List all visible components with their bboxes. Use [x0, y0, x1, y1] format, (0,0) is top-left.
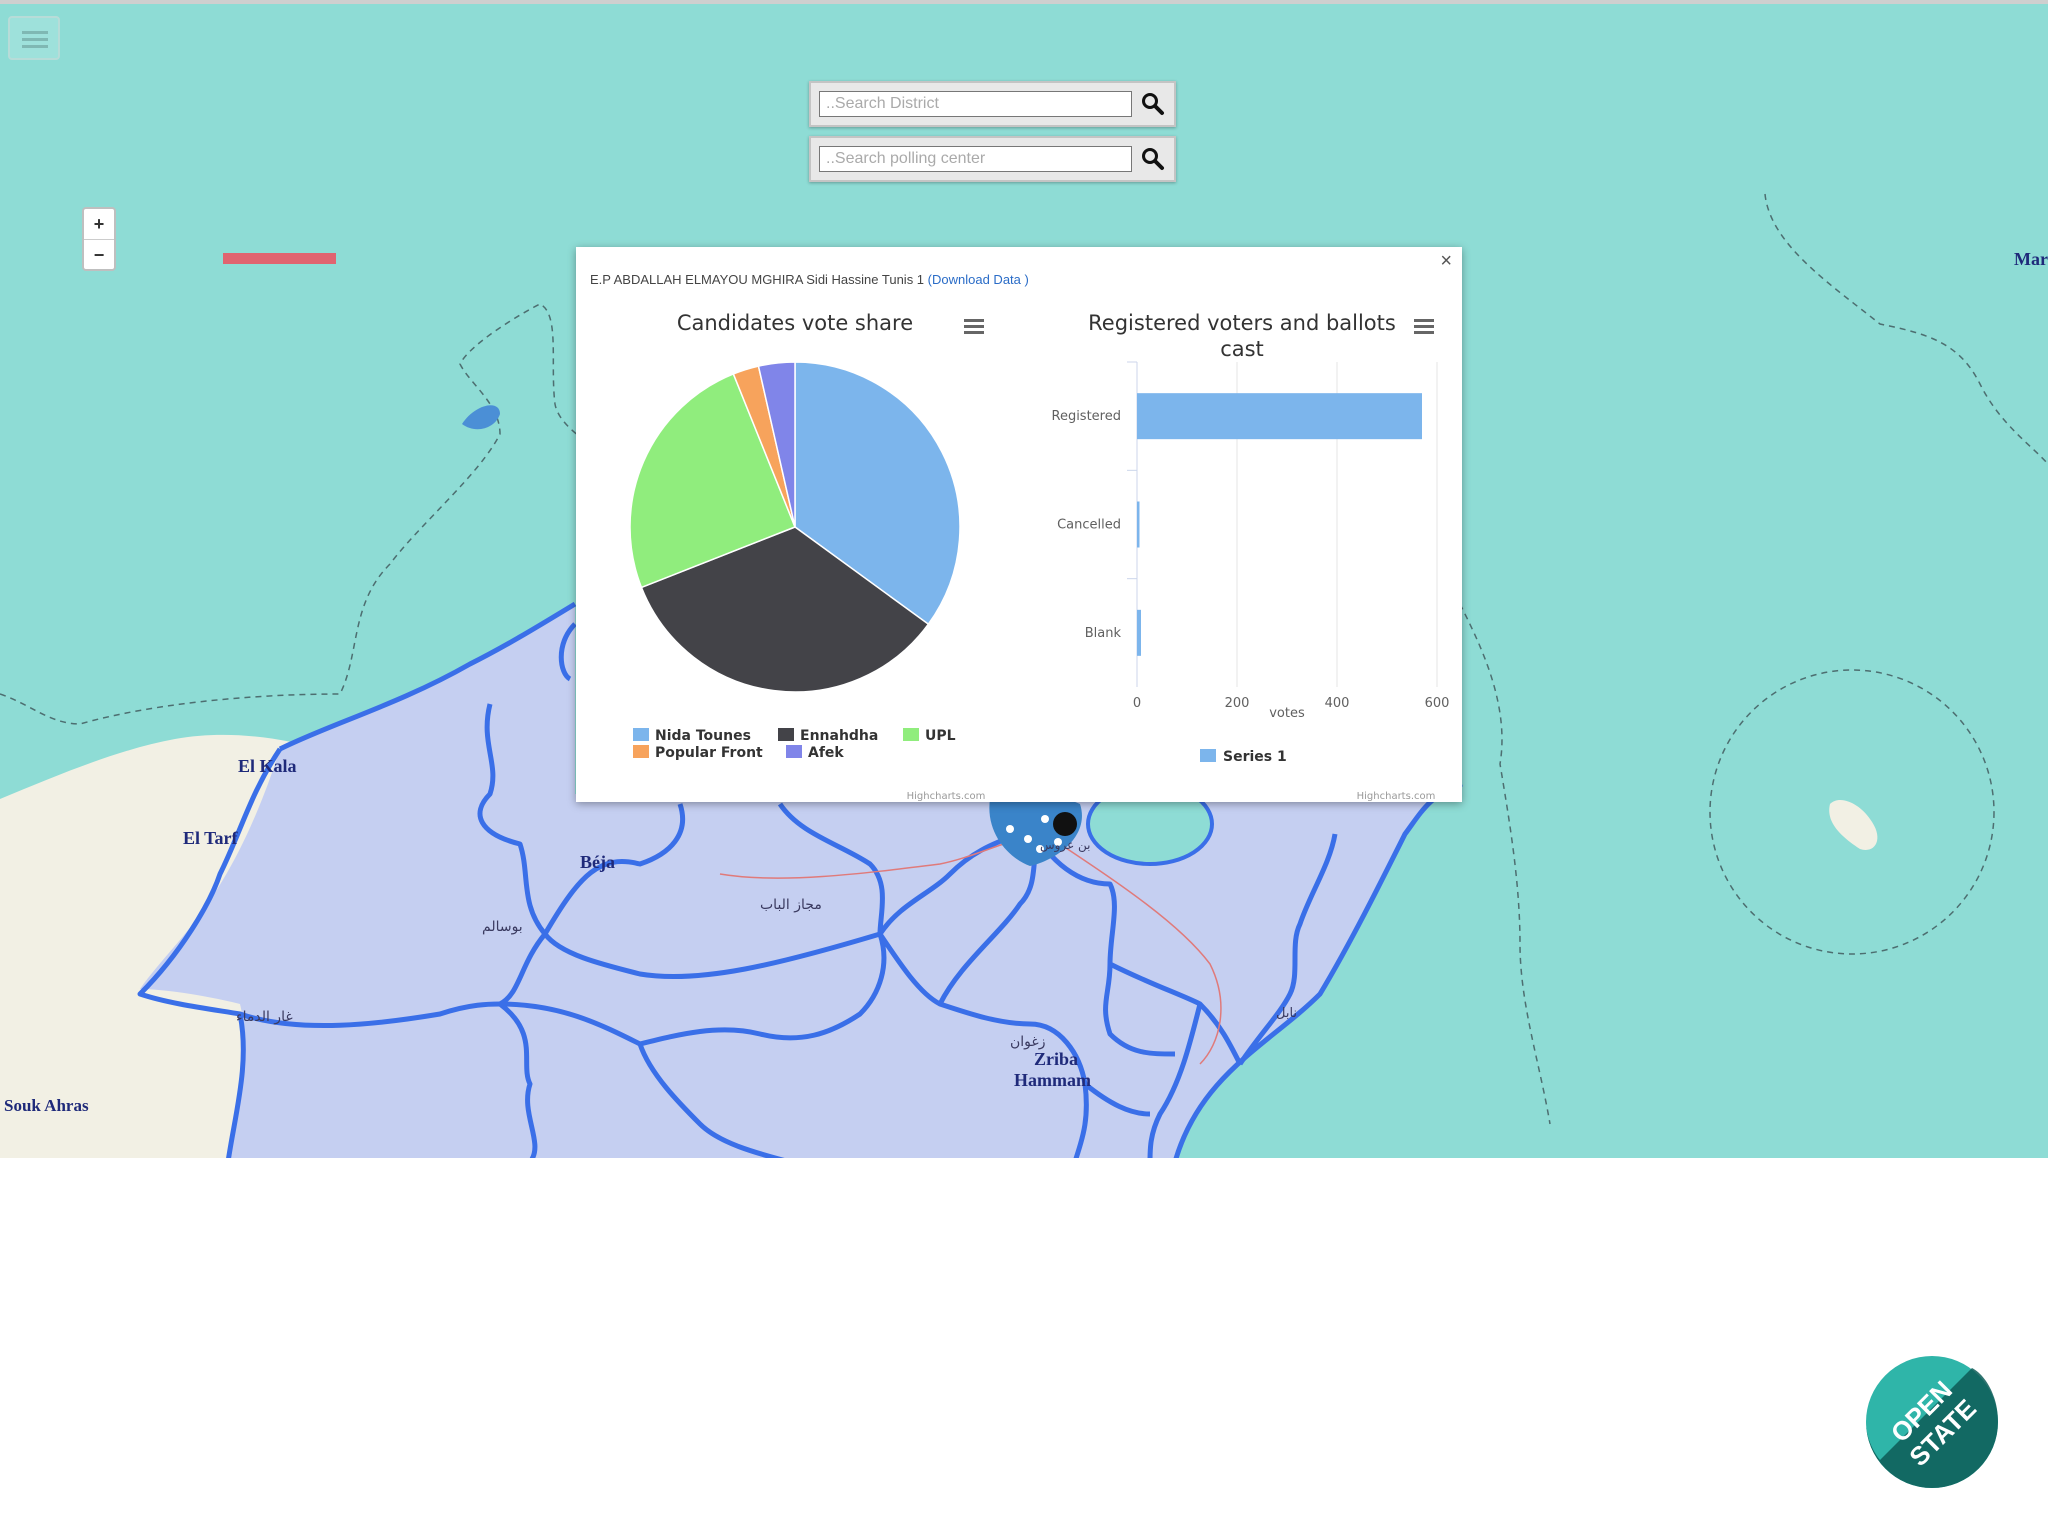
search-district-box — [809, 81, 1176, 127]
bar-title-line2: cast — [1220, 337, 1264, 361]
map-view[interactable]: + − El Kala El Tarf Béja Souk Ahras Zrib… — [0, 0, 2048, 1158]
scale-bar — [223, 253, 336, 264]
place-label: مجاز الباب — [760, 897, 822, 913]
legend-item[interactable]: UPL — [925, 728, 956, 744]
bar-chart: 0 200 400 600 Registered Cancelled Blank — [1052, 361, 1450, 711]
bar-blank[interactable] — [1137, 609, 1141, 656]
bar-legend: Series 1 — [1200, 749, 1287, 765]
tick-label: 600 — [1425, 696, 1450, 711]
hamburger-icon — [22, 45, 48, 48]
island — [462, 405, 500, 430]
place-label: Souk Ahras — [4, 1096, 89, 1115]
popup-header: E.P ABDALLAH ELMAYOU MGHIRA Sidi Hassine… — [590, 272, 1029, 287]
chart-menu-icon[interactable] — [1414, 319, 1434, 334]
chart-menu-icon[interactable] — [964, 319, 984, 334]
search-polling-box — [809, 136, 1176, 182]
place-label: بن عروس — [1040, 838, 1091, 852]
chart-credit: Highcharts.com — [1357, 791, 1436, 802]
legend-item[interactable]: Popular Front — [655, 745, 763, 761]
bar-xlabel: votes — [1269, 706, 1305, 721]
charts-area: Candidates vote share Nida Tounes Ennahdh… — [629, 311, 1450, 802]
place-label: Hammam — [1014, 1070, 1091, 1090]
pie-chart — [629, 361, 961, 693]
polling-center-popup: × E.P ABDALLAH ELMAYOU MGHIRA Sidi Hassi… — [576, 247, 1462, 802]
hamburger-icon — [22, 38, 48, 41]
legend-swatch — [1200, 749, 1216, 762]
legend-swatch — [786, 745, 802, 758]
chart-credit: Highcharts.com — [907, 791, 986, 802]
hamburger-icon — [22, 31, 48, 34]
magnifier-icon[interactable] — [1140, 91, 1166, 117]
tick-label: 400 — [1325, 696, 1350, 711]
search-polling-input[interactable] — [819, 146, 1132, 172]
zoom-in-button[interactable]: + — [84, 209, 114, 239]
zoom-control: + − — [82, 207, 116, 271]
legend-swatch — [633, 728, 649, 741]
place-label: زغوان — [1010, 1034, 1046, 1050]
category-label: Registered — [1052, 409, 1122, 424]
place-label: Béja — [580, 852, 615, 872]
pie-title: Candidates vote share — [677, 311, 913, 335]
download-data-link[interactable]: (Download Data ) — [928, 272, 1029, 287]
place-label: بوسالم — [482, 919, 523, 935]
bar-title-line1: Registered voters and ballots — [1088, 311, 1396, 335]
tick-label: 200 — [1225, 696, 1250, 711]
legend-swatch — [778, 728, 794, 741]
magnifier-icon[interactable] — [1140, 146, 1166, 172]
place-label: Mar — [2014, 249, 2048, 269]
island — [1829, 799, 1878, 850]
category-label: Cancelled — [1057, 518, 1121, 533]
legend-swatch — [903, 728, 919, 741]
place-label: Zriba — [1034, 1049, 1079, 1069]
place-label: غار الدماء — [236, 1009, 293, 1025]
legend-item[interactable]: Afek — [808, 745, 844, 761]
category-label: Blank — [1085, 626, 1122, 641]
menu-button[interactable] — [8, 16, 60, 60]
close-button[interactable]: × — [1440, 251, 1452, 271]
tick-label: 0 — [1133, 696, 1141, 711]
legend-item[interactable]: Nida Tounes — [655, 728, 751, 744]
place-label: نابل — [1276, 1006, 1298, 1021]
legend-item[interactable]: Series 1 — [1223, 749, 1287, 765]
zoom-out-button[interactable]: − — [84, 239, 114, 270]
legend-item[interactable]: Ennahdha — [800, 728, 878, 744]
bar-registered[interactable] — [1137, 393, 1422, 440]
legend-swatch — [633, 745, 649, 758]
place-label: El Kala — [238, 756, 297, 776]
popup-title: E.P ABDALLAH ELMAYOU MGHIRA Sidi Hassine… — [590, 272, 925, 287]
bar-cancelled[interactable] — [1137, 501, 1140, 548]
pie-legend: Nida Tounes Ennahdha UPL Popular Front Afek — [633, 728, 956, 761]
open-state-logo[interactable]: OPEN STATE — [1864, 1354, 2000, 1490]
place-label: El Tarf — [183, 828, 238, 848]
search-district-input[interactable] — [819, 91, 1132, 117]
